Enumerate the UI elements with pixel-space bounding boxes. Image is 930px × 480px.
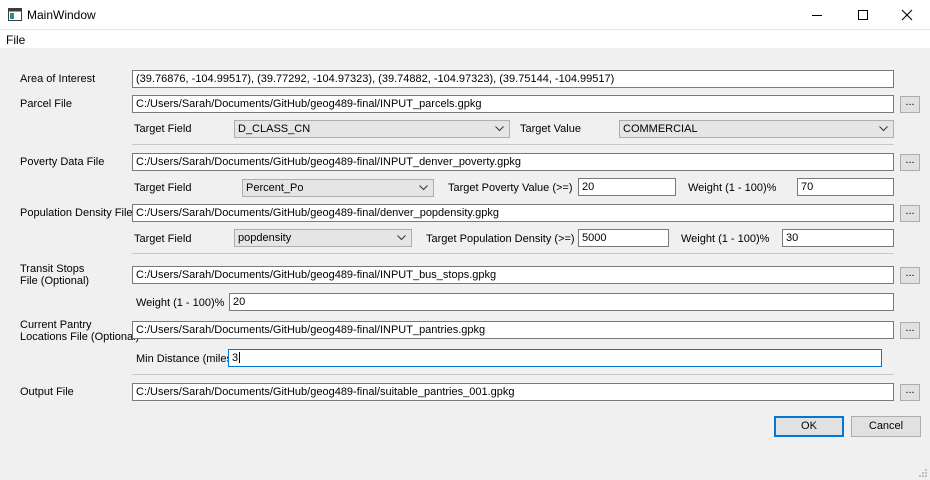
parcel-target-field-label: Target Field — [134, 123, 192, 135]
output-file-input[interactable]: C:/Users/Sarah/Documents/GitHub/geog489-… — [132, 383, 894, 401]
transit-weight-input[interactable]: 20 — [229, 293, 894, 311]
density-browse-button[interactable]: ... — [900, 205, 920, 222]
parcel-target-value-value: COMMERCIAL — [623, 123, 698, 135]
divider — [132, 253, 894, 254]
poverty-target-field-label: Target Field — [134, 182, 192, 194]
density-target-value-input[interactable]: 5000 — [578, 229, 669, 247]
pantry-file-label-line2: Locations File (Optional) — [20, 331, 140, 343]
chevron-down-icon — [495, 126, 504, 132]
chevron-down-icon — [879, 126, 888, 132]
parcel-file-input[interactable]: C:/Users/Sarah/Documents/GitHub/geog489-… — [132, 95, 894, 113]
output-file-label: Output File — [20, 386, 74, 398]
cancel-button[interactable]: Cancel — [851, 416, 921, 437]
transit-file-input[interactable]: C:/Users/Sarah/Documents/GitHub/geog489-… — [132, 266, 894, 284]
poverty-browse-button[interactable]: ... — [900, 154, 920, 171]
form-panel: Area of Interest (39.76876, -104.99517),… — [0, 48, 930, 480]
parcel-file-label: Parcel File — [20, 98, 72, 110]
density-weight-label: Weight (1 - 100)% — [681, 233, 770, 245]
density-file-input[interactable]: C:/Users/Sarah/Documents/GitHub/geog489-… — [132, 204, 894, 222]
transit-file-label-line1: Transit Stops — [20, 263, 85, 275]
min-distance-label: Min Distance (miles) — [136, 353, 236, 365]
divider — [132, 144, 894, 145]
poverty-target-field-value: Percent_Po — [246, 182, 304, 194]
parcel-browse-button[interactable]: ... — [900, 96, 920, 113]
parcel-target-value-label: Target Value — [520, 123, 581, 135]
close-icon — [901, 9, 913, 21]
pantry-file-label-line1: Current Pantry — [20, 319, 92, 331]
transit-weight-label: Weight (1 - 100)% — [136, 297, 225, 309]
density-target-value-label: Target Population Density (>=) — [426, 233, 575, 245]
poverty-target-field-select[interactable]: Percent_Po — [242, 179, 434, 197]
maximize-icon — [858, 10, 868, 20]
density-target-field-select[interactable]: popdensity — [234, 229, 412, 247]
resize-grip-icon[interactable] — [918, 468, 928, 478]
poverty-weight-label: Weight (1 - 100)% — [688, 182, 777, 194]
transit-file-label-line2: File (Optional) — [20, 275, 90, 287]
minimize-icon — [812, 15, 822, 16]
chevron-down-icon — [397, 235, 406, 241]
minimize-button[interactable] — [794, 0, 840, 30]
min-distance-value: 3 — [232, 352, 239, 364]
close-button[interactable] — [884, 0, 930, 30]
transit-browse-button[interactable]: ... — [900, 267, 920, 284]
density-target-field-value: popdensity — [238, 232, 292, 244]
parcel-target-field-value: D_CLASS_CN — [238, 123, 311, 135]
chevron-down-icon — [419, 185, 428, 191]
menu-bar: File — [0, 30, 930, 48]
output-browse-button[interactable]: ... — [900, 384, 920, 401]
poverty-target-value-input[interactable]: 20 — [578, 178, 676, 196]
divider — [132, 374, 894, 375]
min-distance-input[interactable]: 3 — [228, 349, 882, 367]
app-icon — [8, 8, 22, 21]
poverty-weight-input[interactable]: 70 — [797, 178, 894, 196]
maximize-button[interactable] — [840, 0, 886, 30]
area-of-interest-input[interactable]: (39.76876, -104.99517), (39.77292, -104.… — [132, 70, 894, 88]
area-of-interest-label: Area of Interest — [20, 73, 96, 85]
density-file-label: Population Density File — [20, 207, 133, 219]
density-weight-input[interactable]: 30 — [782, 229, 894, 247]
parcel-target-field-select[interactable]: D_CLASS_CN — [234, 120, 510, 138]
pantry-file-input[interactable]: C:/Users/Sarah/Documents/GitHub/geog489-… — [132, 321, 894, 339]
parcel-target-value-select[interactable]: COMMERCIAL — [619, 120, 894, 138]
poverty-file-label: Poverty Data File — [20, 156, 105, 168]
text-cursor — [239, 352, 241, 363]
poverty-file-input[interactable]: C:/Users/Sarah/Documents/GitHub/geog489-… — [132, 153, 894, 171]
pantry-browse-button[interactable]: ... — [900, 322, 920, 339]
window-title: MainWindow — [27, 8, 96, 22]
menu-file[interactable]: File — [6, 33, 25, 47]
poverty-target-value-label: Target Poverty Value (>=) — [448, 182, 573, 194]
ok-button[interactable]: OK — [774, 416, 844, 437]
title-bar: MainWindow — [0, 0, 930, 30]
density-target-field-label: Target Field — [134, 233, 192, 245]
